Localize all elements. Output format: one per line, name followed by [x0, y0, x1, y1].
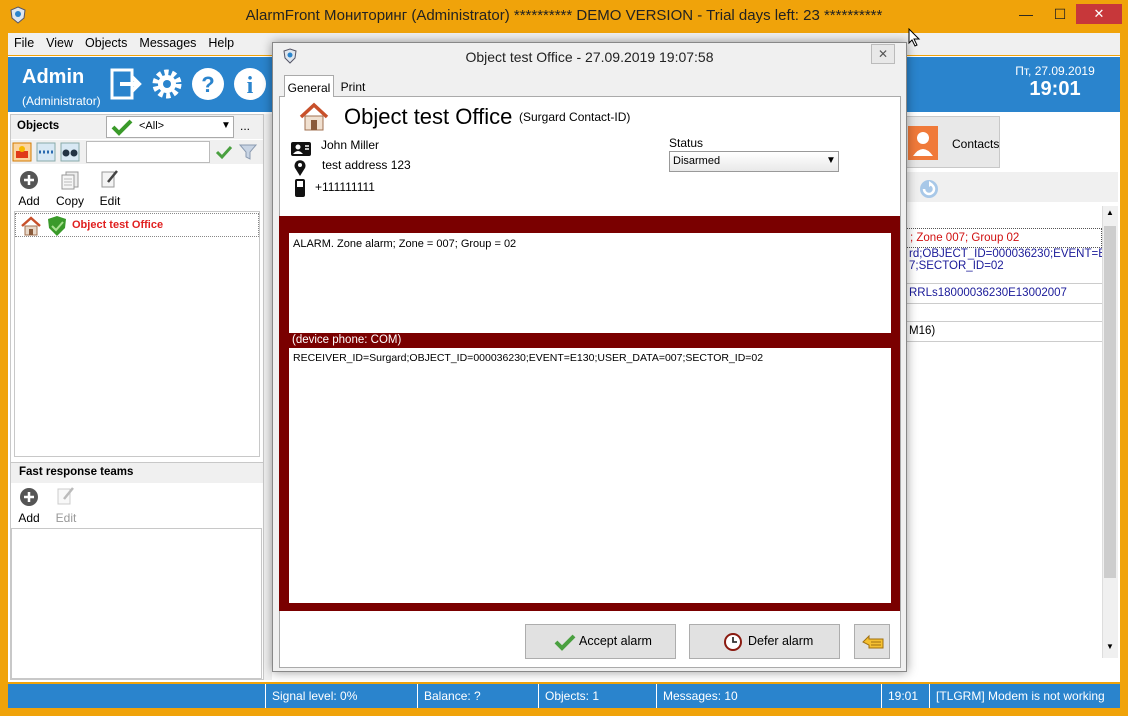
- checkmark-icon: [554, 634, 576, 651]
- defer-alarm-button[interactable]: Defer alarm: [689, 624, 840, 659]
- menu-file[interactable]: File: [8, 33, 40, 50]
- dialog-close-button[interactable]: ✕: [871, 44, 895, 64]
- pointing-card-icon: [862, 634, 884, 649]
- edit-team-button: Edit: [55, 511, 77, 525]
- status-value: Disarmed: [673, 155, 721, 167]
- menu-messages[interactable]: Messages: [133, 33, 202, 50]
- person-card-icon: [291, 142, 311, 156]
- edit-object-button[interactable]: Edit: [90, 194, 130, 208]
- location-pin-icon: [294, 160, 306, 176]
- status-label: Status: [669, 136, 704, 150]
- objects-title: Objects: [17, 120, 60, 132]
- funnel-icon[interactable]: [238, 142, 258, 162]
- binoculars-filter-icon[interactable]: [60, 142, 80, 162]
- alarm-filter-icon[interactable]: [12, 142, 32, 162]
- user-role: (Administrator): [22, 94, 101, 108]
- teams-list: [11, 528, 262, 679]
- raw-message: RECEIVER_ID=Surgard;OBJECT_ID=000036230;…: [293, 352, 764, 364]
- raw-message-box[interactable]: RECEIVER_ID=Surgard;OBJECT_ID=000036230;…: [289, 348, 891, 603]
- menu-help[interactable]: Help: [202, 33, 240, 50]
- copy-icon[interactable]: [60, 170, 80, 190]
- table-row[interactable]: RRLs18000036230E13002007: [906, 284, 1102, 304]
- scroll-down-icon[interactable]: ▼: [1102, 642, 1118, 651]
- chevron-down-icon: ▼: [826, 155, 836, 166]
- send-to-team-button[interactable]: [854, 624, 890, 659]
- table-row[interactable]: [906, 304, 1102, 322]
- filter-more-button[interactable]: ...: [240, 119, 250, 133]
- filter-value: <All>: [139, 120, 165, 132]
- list-item[interactable]: Object test Office: [15, 213, 259, 237]
- contacts-tab-label: Contacts: [952, 137, 1000, 151]
- status-balance: Balance: ?: [417, 684, 538, 708]
- status-time: 19:01: [881, 684, 929, 708]
- copy-object-button[interactable]: Copy: [50, 194, 90, 208]
- mouse-cursor-icon: [908, 28, 921, 47]
- table-row[interactable]: M16): [906, 322, 1102, 342]
- phone-icon: [295, 179, 305, 197]
- edit-icon[interactable]: [100, 168, 120, 188]
- search-input[interactable]: [86, 141, 210, 163]
- link-filter-icon[interactable]: [36, 142, 56, 162]
- status-modem: [TLGRM] Modem is not working: [929, 684, 1109, 708]
- house-icon: [299, 102, 329, 131]
- scroll-up-icon[interactable]: ▲: [1102, 208, 1118, 217]
- svg-text:i: i: [247, 73, 254, 99]
- owner-name: John Miller: [321, 138, 380, 152]
- apply-check-icon[interactable]: [214, 142, 234, 162]
- object-address: test address 123: [322, 158, 411, 172]
- device-caption: (device phone: COM): [292, 334, 402, 346]
- window-title: AlarmFront Мониторинг (Administrator) **…: [245, 7, 883, 24]
- logout-icon[interactable]: [108, 66, 144, 102]
- checkmark-icon: [111, 119, 133, 136]
- maximize-button[interactable]: ☐: [1046, 4, 1074, 24]
- header-time: 19:01: [1029, 78, 1081, 100]
- svg-text:?: ?: [201, 72, 214, 97]
- add-object-button[interactable]: Add: [9, 194, 49, 208]
- status-select[interactable]: Disarmed ▼: [669, 151, 839, 172]
- table-row[interactable]: rd;OBJECT_ID=000036230;EVENT=E 7;SECTOR_…: [906, 248, 1106, 284]
- shield-icon: [48, 216, 66, 236]
- close-button[interactable]: ✕: [1076, 4, 1122, 24]
- settings-gear-icon[interactable]: [149, 66, 185, 102]
- house-icon: [21, 216, 41, 236]
- chevron-down-icon: ▼: [221, 120, 231, 131]
- frt-title: Fast response teams: [19, 466, 134, 478]
- header-date: Пт, 27.09.2019: [1015, 64, 1095, 78]
- status-messages: Messages: 10: [656, 684, 881, 708]
- status-objects: Objects: 1: [538, 684, 656, 708]
- defer-alarm-label: Defer alarm: [748, 634, 814, 648]
- dialog-title: Object test Office - 27.09.2019 19:07:58: [465, 49, 714, 65]
- clock-icon: [724, 633, 742, 651]
- alarm-description-box[interactable]: ALARM. Zone alarm; Zone = 007; Group = 0…: [289, 233, 891, 333]
- objects-list: [14, 211, 260, 457]
- object-item-label: Object test Office: [72, 219, 164, 231]
- accept-alarm-label: Accept alarm: [579, 634, 652, 648]
- accept-alarm-button[interactable]: Accept alarm: [525, 624, 676, 659]
- refresh-icon[interactable]: [918, 178, 940, 200]
- add-team-button[interactable]: Add: [9, 511, 49, 525]
- edit-icon-disabled: [57, 487, 74, 505]
- menu-view[interactable]: View: [40, 33, 79, 50]
- objects-filter-select[interactable]: <All> ▼: [106, 116, 234, 138]
- alarm-description: ALARM. Zone alarm; Zone = 007; Group = 0…: [293, 238, 517, 250]
- menu-objects[interactable]: Objects: [79, 33, 133, 50]
- object-phone: +111111111: [315, 180, 375, 194]
- table-row[interactable]: ; Zone 007; Group 02: [906, 228, 1102, 248]
- object-protocol: (Surgard Contact-ID): [519, 110, 631, 124]
- object-name: Object test Office: [344, 104, 513, 129]
- tab-general[interactable]: General: [284, 75, 334, 97]
- user-name: Admin: [22, 66, 85, 88]
- help-icon[interactable]: ?: [190, 66, 226, 102]
- status-signal: Signal level: 0%: [265, 684, 417, 708]
- contacts-book-icon: [908, 126, 938, 160]
- tab-print[interactable]: Print: [335, 75, 371, 97]
- minimize-button[interactable]: —: [1012, 4, 1040, 24]
- scrollbar-thumb[interactable]: [1104, 226, 1116, 578]
- info-icon[interactable]: i: [232, 66, 268, 102]
- messages-grid: ; Zone 007; Group 02 rd;OBJECT_ID=000036…: [906, 206, 1106, 344]
- add-icon[interactable]: [19, 170, 39, 190]
- splitter[interactable]: [264, 114, 272, 680]
- add-icon[interactable]: [19, 487, 39, 507]
